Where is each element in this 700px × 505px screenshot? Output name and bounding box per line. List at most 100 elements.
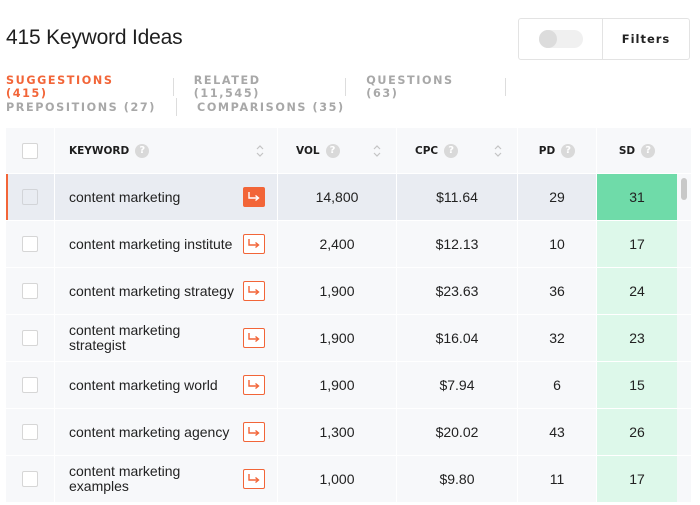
keyword-table: KEYWORD ? VOL ? CPC ? PD ? SD ? content … [6,128,691,503]
cpc-cell: $7.94 [439,377,475,393]
sd-cell: 15 [629,377,645,393]
cpc-cell: $23.63 [435,283,479,299]
pd-cell: 32 [549,330,565,346]
tab-bar: SUGGESTIONS (415) RELATED (11,545) QUEST… [6,74,526,118]
sd-cell: 17 [629,236,645,252]
cpc-cell: $12.13 [435,236,479,252]
cpc-cell: $9.80 [439,471,475,487]
sort-chevrons-icon[interactable] [372,144,382,158]
sd-cell: 17 [629,471,645,487]
header-checkbox-cell [6,128,55,173]
keyword-cell[interactable]: content marketing strategy [69,283,234,299]
help-circle-icon[interactable]: ? [325,143,340,158]
header-vol[interactable]: VOL ? [278,128,397,173]
tab-divider [176,98,178,116]
header-cpc[interactable]: CPC ? [397,128,518,173]
tab-row-2: PREPOSITIONS (27) COMPARISONS (35) [6,98,526,116]
row-checkbox[interactable] [22,189,38,205]
arrow-into-icon[interactable] [243,469,265,489]
table-row[interactable]: content marketing world 1,900 $7.94 6 15 [6,362,691,409]
controls-box: Filters [518,18,690,60]
header-pd-text: PD [538,144,556,157]
header-pd-label: PD ? [538,143,576,158]
header-keyword[interactable]: KEYWORD ? [55,128,278,173]
arrow-into-icon[interactable] [243,187,265,207]
table-header: KEYWORD ? VOL ? CPC ? PD ? SD ? [6,128,691,174]
row-checkbox[interactable] [22,236,38,252]
pd-cell: 6 [553,377,561,393]
header-vol-text: VOL [296,144,320,157]
cpc-cell: $16.04 [435,330,479,346]
vol-cell: 2,400 [319,236,355,252]
tab-divider [505,78,506,96]
sd-cell: 31 [629,189,645,205]
row-checkbox[interactable] [22,377,38,393]
vol-cell: 1,900 [319,330,355,346]
header-keyword-label: KEYWORD ? [69,143,150,158]
pd-cell: 36 [549,283,565,299]
toggle-knob [538,30,557,48]
vol-cell: 1,300 [319,424,355,440]
toggle-wrapper[interactable] [519,19,603,59]
pd-cell: 10 [549,236,565,252]
tab-prepositions[interactable]: PREPOSITIONS (27) [6,101,156,114]
pd-cell: 43 [549,424,565,440]
table-row[interactable]: content marketing examples 1,000 $9.80 1… [6,456,691,503]
sd-cell: 26 [629,424,645,440]
arrow-into-icon[interactable] [243,234,265,254]
keyword-cell[interactable]: content marketing agency [69,424,229,440]
arrow-into-icon[interactable] [243,422,265,442]
table-row[interactable]: content marketing strategy 1,900 $23.63 … [6,268,691,315]
header-sd-text: SD [618,144,636,157]
table-row[interactable]: content marketing institute 2,400 $12.13… [6,221,691,268]
sd-cell: 24 [629,283,645,299]
row-checkbox[interactable] [22,424,38,440]
table-row[interactable]: content marketing strategist 1,900 $16.0… [6,315,691,362]
sd-cell: 23 [629,330,645,346]
cpc-cell: $20.02 [435,424,479,440]
pd-cell: 11 [549,471,565,487]
pd-cell: 29 [549,189,565,205]
keyword-cell[interactable]: content marketing world [69,377,218,393]
sort-chevrons-icon[interactable] [255,144,265,158]
vol-cell: 1,900 [319,283,355,299]
header-cpc-text: CPC [415,144,439,157]
arrow-into-icon[interactable] [243,328,265,348]
vol-cell: 1,000 [319,471,355,487]
tab-related[interactable]: RELATED (11,545) [194,74,326,100]
help-circle-icon[interactable]: ? [135,143,150,158]
help-circle-icon[interactable]: ? [444,143,459,158]
header-sd[interactable]: SD ? [597,128,677,173]
table-row[interactable]: content marketing 14,800 $11.64 29 31 [6,174,691,221]
header-keyword-text: KEYWORD [69,144,130,157]
keyword-cell[interactable]: content marketing institute [69,236,232,252]
row-checkbox[interactable] [22,471,38,487]
cpc-cell: $11.64 [436,189,478,205]
tab-divider [345,78,347,96]
view-toggle[interactable] [538,30,583,48]
table-row[interactable]: content marketing agency 1,300 $20.02 43… [6,409,691,456]
page-title: 415 Keyword Ideas [6,26,183,49]
row-checkbox[interactable] [22,330,38,346]
sort-chevrons-icon[interactable] [493,144,503,158]
help-circle-icon[interactable]: ? [641,143,656,158]
keyword-cell[interactable]: content marketing strategist [69,323,219,353]
arrow-into-icon[interactable] [243,281,265,301]
row-checkbox[interactable] [22,283,38,299]
tab-divider [172,78,174,96]
arrow-into-icon[interactable] [243,375,265,395]
filters-button[interactable]: Filters [603,19,689,59]
keyword-cell[interactable]: content marketing [69,189,180,205]
tab-row-1: SUGGESTIONS (415) RELATED (11,545) QUEST… [6,74,526,100]
header-vol-label: VOL ? [296,143,340,158]
tab-questions[interactable]: QUESTIONS (63) [366,74,485,100]
tab-suggestions[interactable]: SUGGESTIONS (415) [6,74,153,100]
header-pd[interactable]: PD ? [518,128,597,173]
select-all-checkbox[interactable] [22,142,38,159]
header-sd-label: SD ? [618,143,656,158]
vol-cell: 14,800 [315,189,359,205]
table-scrollbar[interactable] [681,178,687,200]
help-circle-icon[interactable]: ? [561,143,576,158]
tab-comparisons[interactable]: COMPARISONS (35) [197,101,345,114]
keyword-cell[interactable]: content marketing examples [69,464,219,494]
